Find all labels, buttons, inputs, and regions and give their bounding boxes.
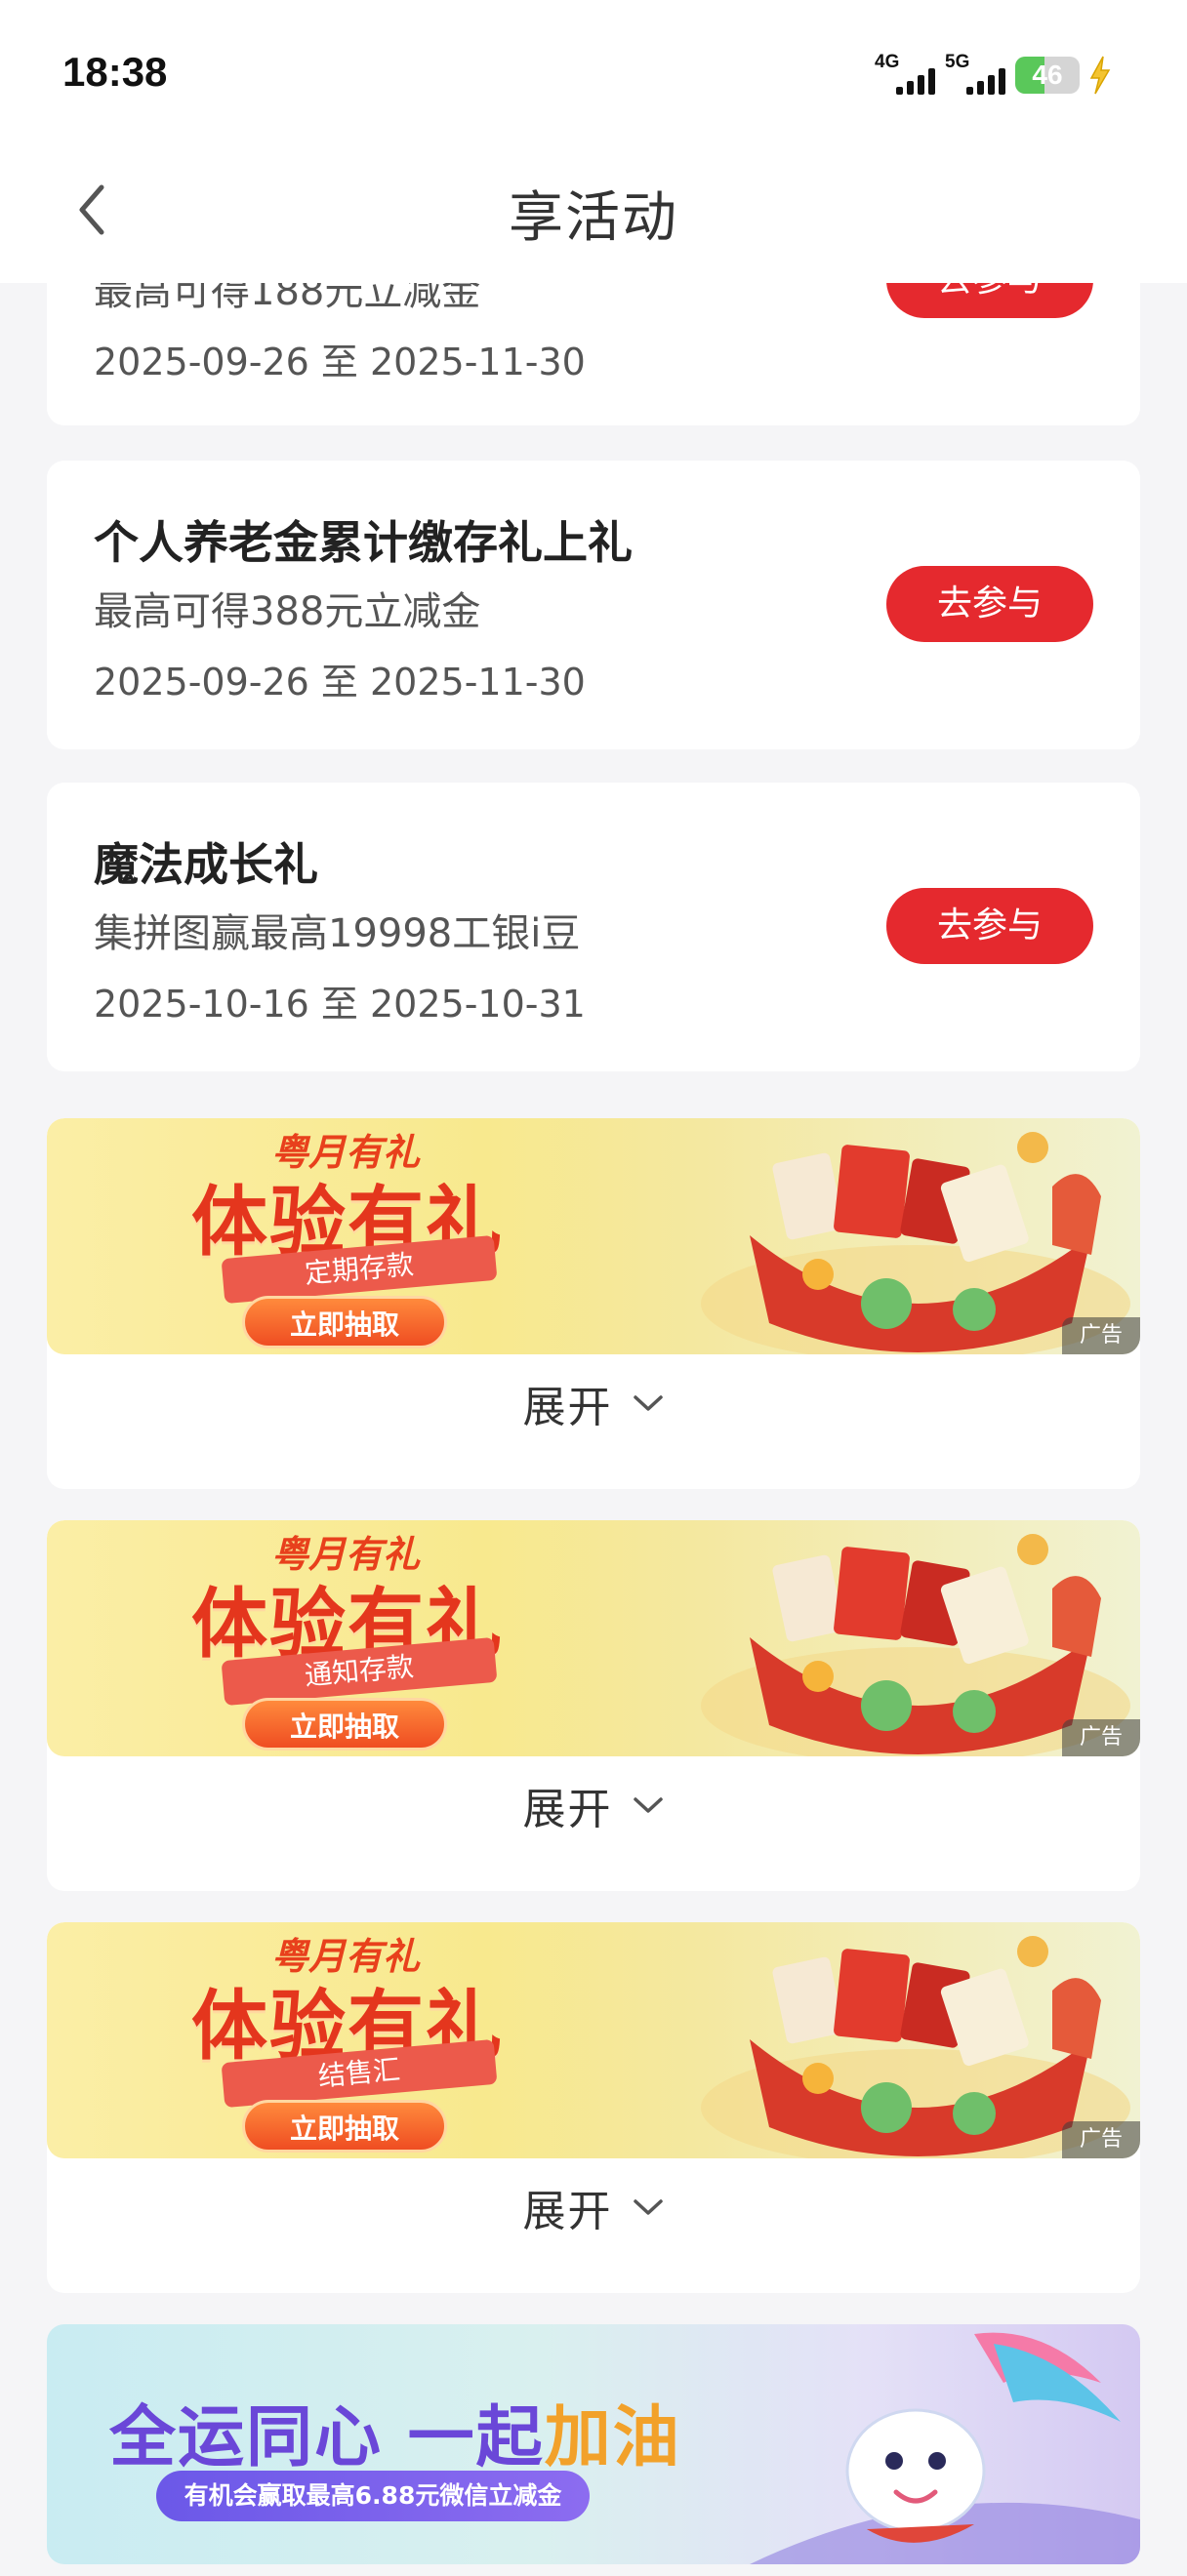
activity-date: 2025-09-26 至 2025-11-30: [94, 341, 586, 383]
activity-subtitle: 集拼图赢最高19998工银i豆: [94, 911, 581, 956]
games-headline: 全运同心 一起加油: [109, 2399, 681, 2476]
ad-tag: 广告: [1062, 1317, 1140, 1354]
activity-date: 2025-10-16 至 2025-10-31: [94, 983, 586, 1026]
promo-banner[interactable]: 粤月有礼 体验有礼 定期存款 立即抽取 广告: [47, 1118, 1140, 1354]
promo-banner[interactable]: 粤月有礼 体验有礼 结售汇 立即抽取 广告: [47, 1922, 1140, 2158]
battery-level: 46: [1032, 60, 1063, 90]
page-title: 享活动: [509, 186, 678, 250]
activity-date: 2025-09-26 至 2025-11-30: [94, 661, 586, 704]
expand-label: 展开: [522, 1785, 613, 1834]
chevron-down-icon: [633, 1797, 663, 1813]
promo-section: 粤月有礼 体验有礼 定期存款 立即抽取 广告 展开: [47, 1118, 1140, 1489]
activity-title: 魔法成长礼: [94, 838, 318, 891]
promo-section: 粤月有礼 体验有礼 结售汇 立即抽取 广告 展开: [47, 1922, 1140, 2293]
ad-tag: 广告: [1062, 2121, 1140, 2158]
activity-card: 魔法成长礼 集拼图赢最高19998工银i豆 2025-10-16 至 2025-…: [47, 783, 1140, 1071]
activity-subtitle: 最高可得388元立减金: [94, 589, 481, 634]
expand-button[interactable]: 展开: [47, 1774, 1140, 1872]
promo-section: 粤月有礼 体验有礼 通知存款 立即抽取 广告 展开: [47, 1520, 1140, 1891]
join-button[interactable]: 去参与: [886, 566, 1093, 642]
join-button[interactable]: 去参与: [886, 888, 1093, 964]
status-bar: 18:38 4G 5G 46: [0, 0, 1187, 146]
chevron-down-icon: [633, 1395, 663, 1411]
banner-cta-button[interactable]: 立即抽取: [242, 1296, 447, 1348]
activity-title: 个人养老金累计缴存礼上礼: [94, 516, 633, 569]
signal-5g-icon: 5G: [945, 52, 1007, 95]
promo-banner[interactable]: 粤月有礼 体验有礼 通知存款 立即抽取 广告: [47, 1520, 1140, 1756]
expand-label: 展开: [522, 1383, 613, 1432]
mascot-illustration: [750, 2332, 1140, 2564]
expand-button[interactable]: 展开: [47, 1372, 1140, 1469]
signal-4g-icon: 4G: [875, 52, 937, 95]
expand-button[interactable]: 展开: [47, 2176, 1140, 2274]
status-time: 18:38: [62, 49, 168, 95]
games-subtitle: 有机会赢取最高6.88元微信立减金: [156, 2471, 590, 2521]
chevron-down-icon: [633, 2199, 663, 2215]
banner-cta-button[interactable]: 立即抽取: [242, 2100, 447, 2153]
ad-tag: 广告: [1062, 1719, 1140, 1756]
activity-card: 个人养老金累计缴存礼上礼 最高可得388元立减金 2025-09-26 至 20…: [47, 461, 1140, 749]
nav-header: 享活动: [0, 146, 1187, 283]
games-banner[interactable]: 全运同心 一起加油 有机会赢取最高6.88元微信立减金: [47, 2324, 1140, 2564]
expand-label: 展开: [522, 2187, 613, 2236]
charging-icon: [1089, 56, 1111, 95]
battery-icon: 46: [1015, 57, 1080, 94]
banner-cta-button[interactable]: 立即抽取: [242, 1698, 447, 1751]
